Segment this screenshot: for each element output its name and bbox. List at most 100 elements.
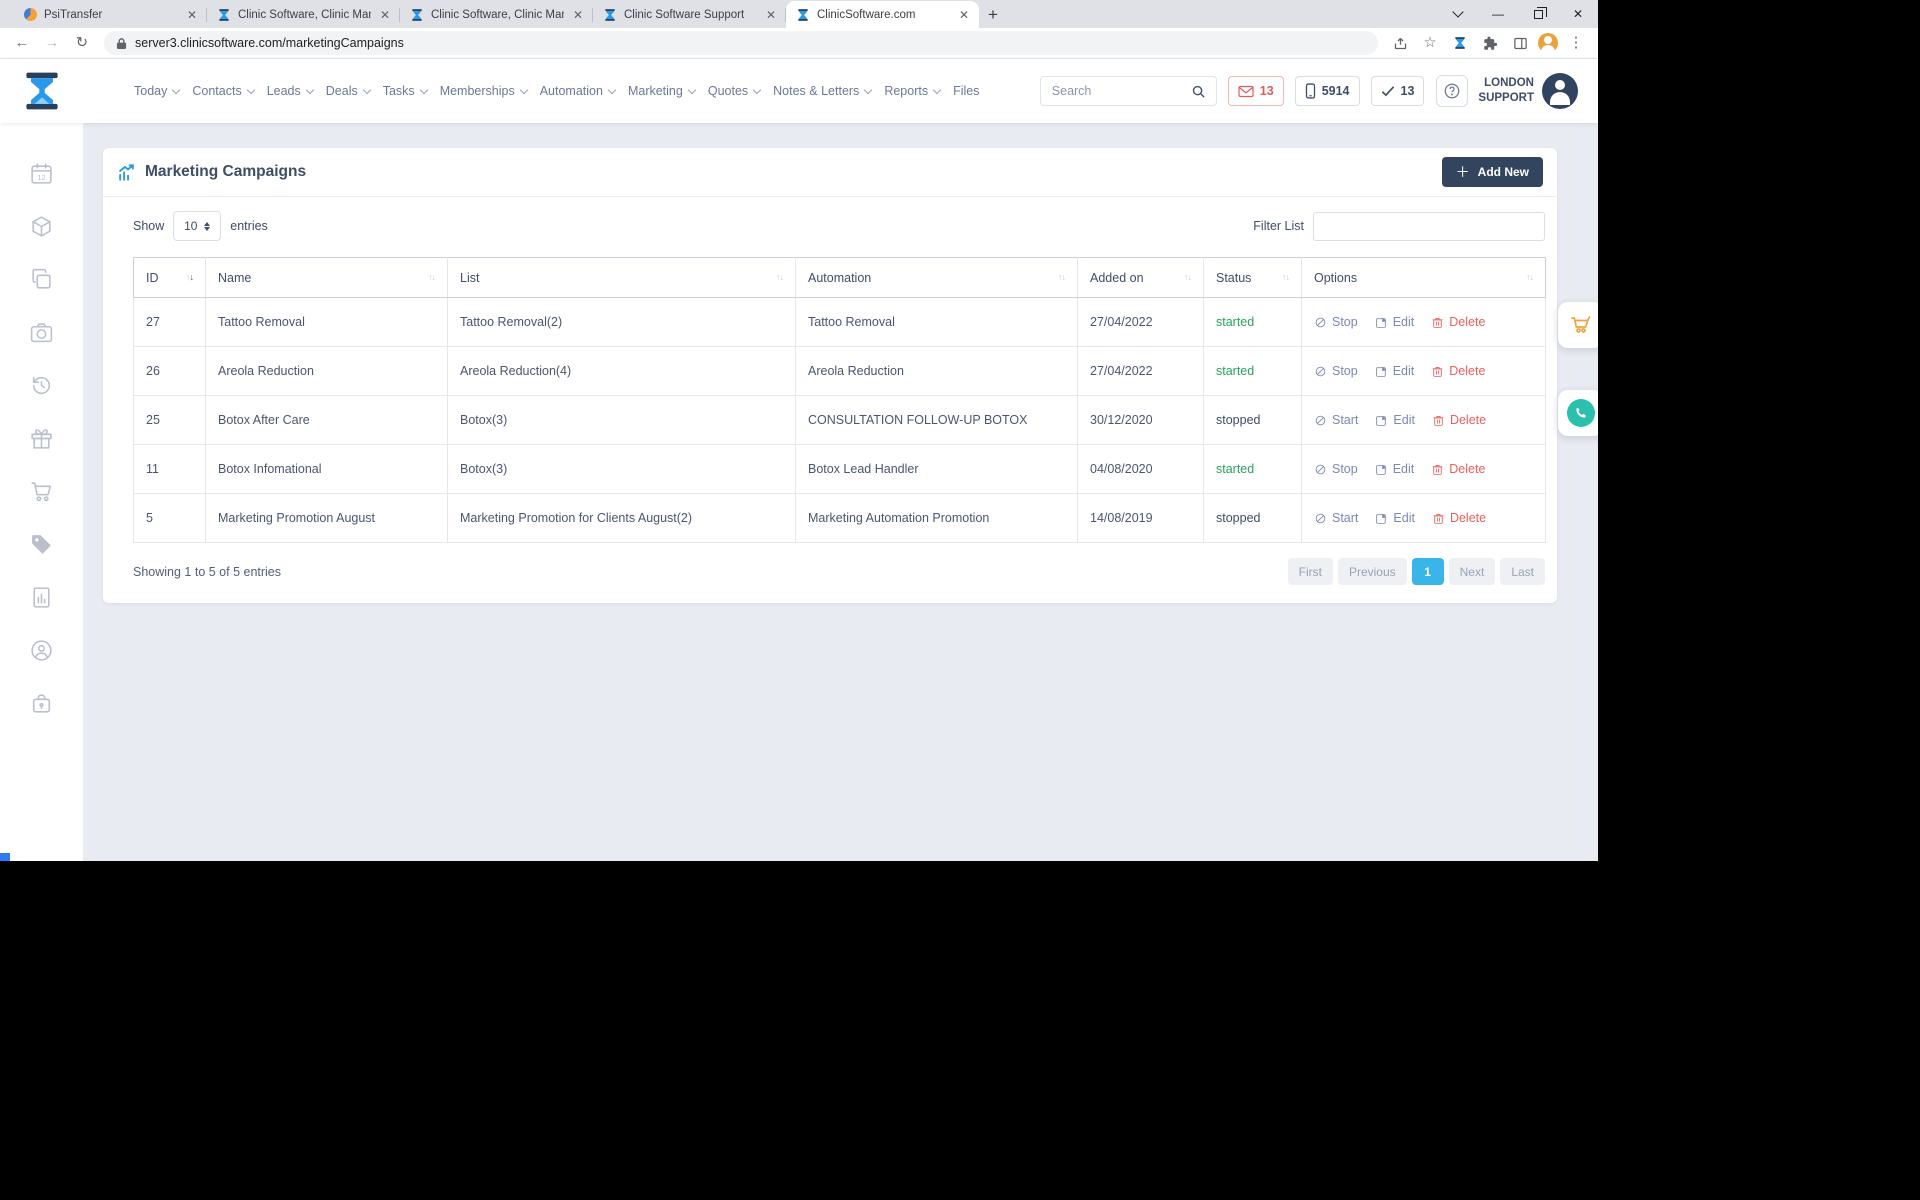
tab-close-icon[interactable]: ✕ bbox=[957, 8, 971, 22]
chevron-down-icon bbox=[608, 85, 616, 93]
table-header-row: ID↑↓ Name↑↓ List↑↓ Automation↑↓ Added on… bbox=[134, 258, 1546, 298]
floating-cart-button[interactable] bbox=[1558, 302, 1598, 348]
cart-icon[interactable] bbox=[29, 479, 54, 509]
cell-added-on: 27/04/2022 bbox=[1078, 298, 1204, 347]
filter-group: Filter List bbox=[1253, 212, 1545, 241]
phone-circle-icon bbox=[1567, 399, 1595, 427]
tab-clinicsoftware-active[interactable]: ClinicSoftware.com ✕ bbox=[786, 1, 979, 28]
delete-button[interactable]: Delete bbox=[1431, 315, 1485, 329]
lock-case-icon[interactable] bbox=[29, 691, 54, 721]
tag-icon[interactable] bbox=[29, 532, 54, 562]
col-id[interactable]: ID↑↓ bbox=[134, 258, 206, 298]
reload-icon[interactable]: ↻ bbox=[70, 31, 94, 55]
gift-icon[interactable] bbox=[29, 426, 54, 456]
menu-deals[interactable]: Deals bbox=[326, 84, 370, 98]
chevron-down-icon bbox=[362, 85, 370, 93]
mail-badge[interactable]: 13 bbox=[1228, 76, 1284, 106]
col-name[interactable]: Name↑↓ bbox=[206, 258, 448, 298]
calendar-icon[interactable]: 12 bbox=[29, 161, 54, 191]
copy-icon[interactable] bbox=[29, 267, 54, 297]
edit-button[interactable]: Edit bbox=[1375, 462, 1415, 476]
pagination-last[interactable]: Last bbox=[1500, 558, 1545, 585]
new-tab-button[interactable]: + bbox=[979, 1, 1007, 28]
edit-button[interactable]: Edit bbox=[1375, 364, 1415, 378]
envelope-icon bbox=[1238, 85, 1254, 98]
user-avatar[interactable] bbox=[1542, 73, 1578, 109]
back-icon[interactable]: ← bbox=[10, 31, 34, 55]
tab-close-icon[interactable]: ✕ bbox=[764, 8, 778, 22]
menu-reports[interactable]: Reports bbox=[884, 84, 940, 98]
search-input[interactable] bbox=[1041, 84, 1182, 98]
side-panel-icon[interactable] bbox=[1508, 31, 1532, 55]
browser-profile-avatar[interactable] bbox=[1538, 33, 1558, 53]
window-close-button[interactable]: ✕ bbox=[1558, 0, 1598, 28]
col-added-on[interactable]: Added on↑↓ bbox=[1078, 258, 1204, 298]
edit-button[interactable]: Edit bbox=[1375, 315, 1415, 329]
cell-added-on: 14/08/2019 bbox=[1078, 494, 1204, 543]
col-automation[interactable]: Automation↑↓ bbox=[796, 258, 1078, 298]
menu-quotes[interactable]: Quotes bbox=[708, 84, 760, 98]
menu-automation[interactable]: Automation bbox=[540, 84, 615, 98]
pagination-previous[interactable]: Previous bbox=[1338, 558, 1407, 585]
stop-button[interactable]: Stop bbox=[1314, 462, 1358, 476]
tab-close-icon[interactable]: ✕ bbox=[378, 8, 392, 22]
window-minimize-button[interactable]: — bbox=[1478, 0, 1518, 28]
help-button[interactable] bbox=[1436, 75, 1468, 107]
add-new-button[interactable]: ＋ Add New bbox=[1442, 157, 1543, 187]
extensions-puzzle-icon[interactable] bbox=[1478, 31, 1502, 55]
report-chart-icon[interactable] bbox=[29, 585, 54, 615]
tab-clinic-2[interactable]: Clinic Software, Clinic Manageme ✕ bbox=[400, 1, 593, 28]
start-button[interactable]: Start bbox=[1314, 413, 1358, 427]
col-options[interactable]: Options↑↓ bbox=[1302, 258, 1546, 298]
menu-notes-letters[interactable]: Notes & Letters bbox=[773, 84, 871, 98]
tab-psitransfer[interactable]: PsiTransfer ✕ bbox=[14, 1, 207, 28]
tab-clinic-support[interactable]: Clinic Software Support ✕ bbox=[593, 1, 786, 28]
phone-badge[interactable]: 5914 bbox=[1295, 76, 1360, 106]
tab-clinic-1[interactable]: Clinic Software, Clinic Manageme ✕ bbox=[207, 1, 400, 28]
address-bar[interactable]: server3.clinicsoftware.com/marketingCamp… bbox=[104, 31, 1378, 55]
account-icon[interactable] bbox=[29, 638, 54, 668]
menu-contacts[interactable]: Contacts bbox=[192, 84, 253, 98]
page-size-select[interactable]: 10 bbox=[173, 211, 221, 241]
camera-icon[interactable] bbox=[29, 320, 54, 350]
search-button[interactable] bbox=[1182, 77, 1216, 105]
start-button[interactable]: Start bbox=[1314, 511, 1358, 525]
col-list[interactable]: List↑↓ bbox=[448, 258, 796, 298]
clinic-extension-icon[interactable] bbox=[1448, 31, 1472, 55]
slash-circle-icon bbox=[1314, 463, 1327, 476]
menu-marketing[interactable]: Marketing bbox=[628, 84, 695, 98]
col-status[interactable]: Status↑↓ bbox=[1204, 258, 1302, 298]
delete-button[interactable]: Delete bbox=[1431, 462, 1485, 476]
menu-files[interactable]: Files bbox=[953, 84, 979, 98]
edit-icon bbox=[1375, 414, 1388, 427]
menu-today[interactable]: Today bbox=[134, 84, 179, 98]
forward-icon[interactable]: → bbox=[40, 31, 64, 55]
sort-icon: ↑↓ bbox=[428, 273, 435, 282]
browser-menu-dots-icon[interactable]: ⋮ bbox=[1564, 31, 1588, 55]
stop-button[interactable]: Stop bbox=[1314, 364, 1358, 378]
delete-button[interactable]: Delete bbox=[1431, 364, 1485, 378]
window-restore-button[interactable] bbox=[1518, 0, 1558, 28]
floating-whatsapp-button[interactable] bbox=[1558, 390, 1598, 436]
bookmark-star-icon[interactable]: ☆ bbox=[1418, 31, 1442, 55]
menu-memberships[interactable]: Memberships bbox=[440, 84, 527, 98]
history-clock-icon[interactable] bbox=[29, 373, 54, 403]
delete-button[interactable]: Delete bbox=[1432, 511, 1486, 525]
edit-button[interactable]: Edit bbox=[1375, 511, 1415, 525]
pagination-first[interactable]: First bbox=[1288, 558, 1333, 585]
pagination-page-1[interactable]: 1 bbox=[1412, 558, 1444, 585]
tab-close-icon[interactable]: ✕ bbox=[571, 8, 585, 22]
menu-tasks[interactable]: Tasks bbox=[383, 84, 427, 98]
menu-leads[interactable]: Leads bbox=[267, 84, 313, 98]
table-footer: Showing 1 to 5 of 5 entries First Previo… bbox=[133, 558, 1545, 585]
filter-input[interactable] bbox=[1313, 212, 1545, 241]
tasks-badge[interactable]: 13 bbox=[1371, 76, 1425, 106]
delete-button[interactable]: Delete bbox=[1432, 413, 1486, 427]
pagination-next[interactable]: Next bbox=[1449, 558, 1496, 585]
tab-close-icon[interactable]: ✕ bbox=[185, 8, 199, 22]
stop-button[interactable]: Stop bbox=[1314, 315, 1358, 329]
window-menu-chevron-icon[interactable] bbox=[1438, 0, 1478, 28]
package-icon[interactable] bbox=[29, 214, 54, 244]
edit-button[interactable]: Edit bbox=[1375, 413, 1415, 427]
share-icon[interactable] bbox=[1388, 31, 1412, 55]
